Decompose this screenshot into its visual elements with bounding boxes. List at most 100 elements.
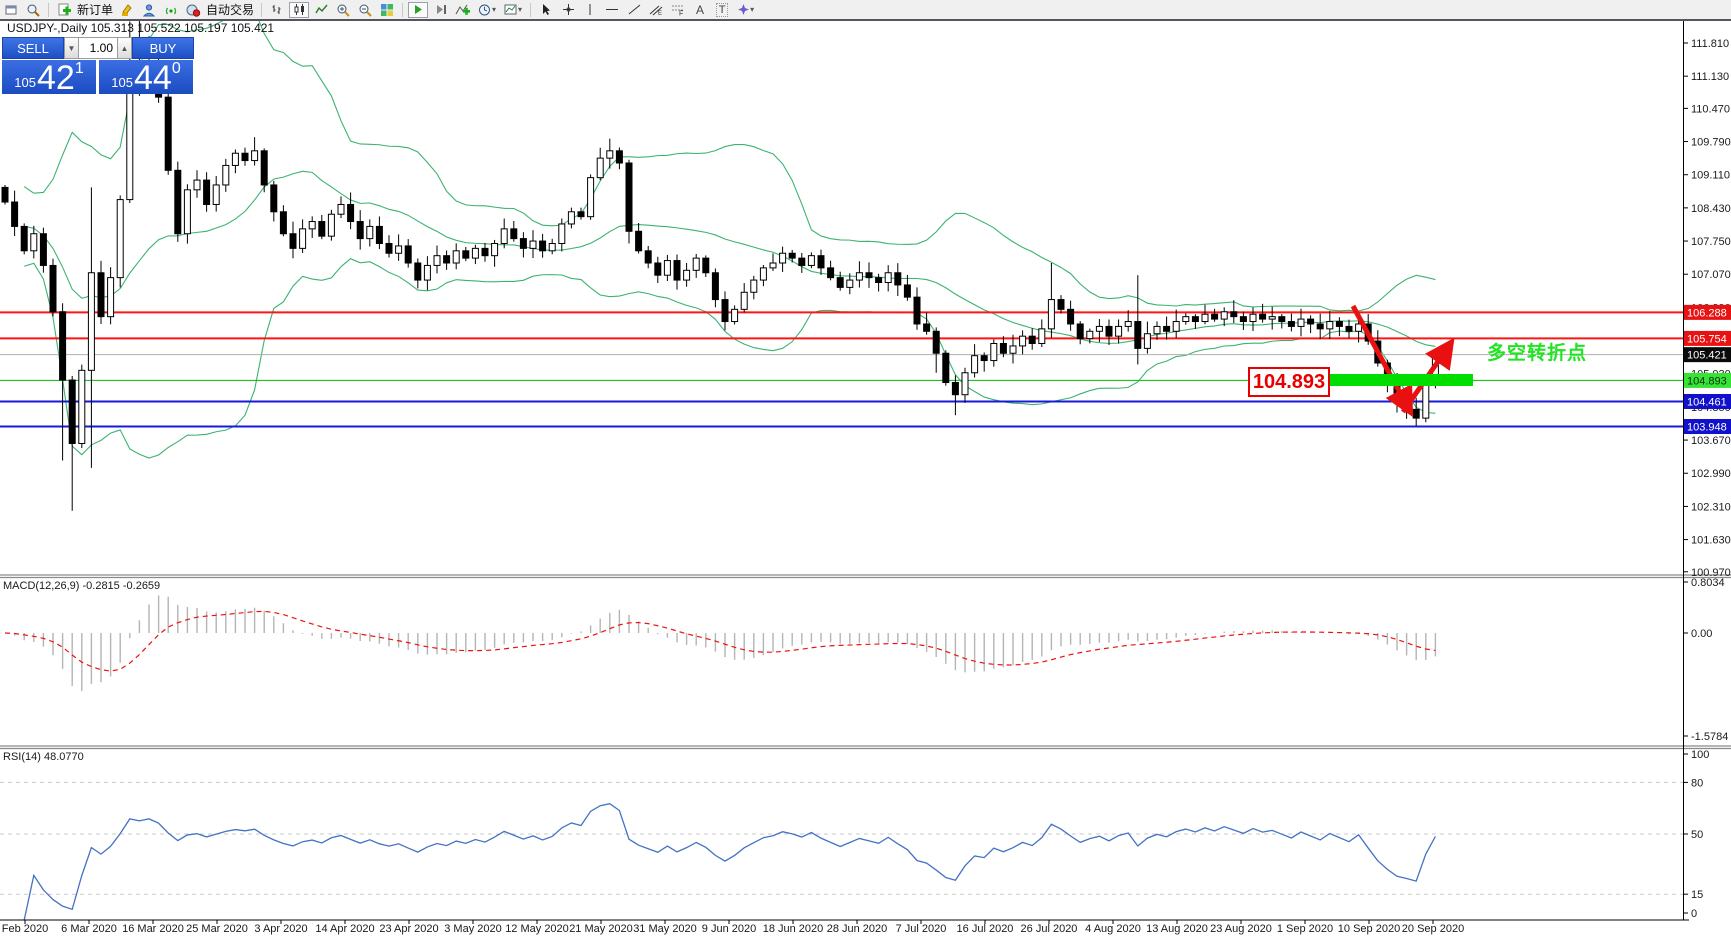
line-chart-mode-icon[interactable] <box>311 2 331 18</box>
price-level-callout[interactable]: 104.893 <box>1248 367 1330 397</box>
profiles-icon[interactable] <box>139 2 159 18</box>
svg-text:102.310: 102.310 <box>1691 501 1731 513</box>
svg-text:23 Aug 2020: 23 Aug 2020 <box>1210 923 1272 935</box>
trendline-icon[interactable] <box>624 2 644 18</box>
svg-text:103.948: 103.948 <box>1687 422 1727 434</box>
svg-text:E: E <box>658 11 662 16</box>
svg-text:18 Jun 2020: 18 Jun 2020 <box>763 923 824 935</box>
svg-text:105.754: 105.754 <box>1687 333 1727 345</box>
chart-shift-icon[interactable] <box>430 2 450 18</box>
price-tag-105.754: 105.754 <box>1684 330 1731 346</box>
volume-up-button[interactable]: ▲ <box>117 37 132 59</box>
mt4-window: 111.810 111.130 110.470 109.790 109.110 108.4… <box>0 0 1731 936</box>
svg-text:101.630: 101.630 <box>1691 535 1731 547</box>
zoom-out-icon[interactable] <box>355 2 375 18</box>
svg-text:F: F <box>679 11 683 17</box>
svg-text:10 Sep 2020: 10 Sep 2020 <box>1338 923 1400 935</box>
sell-button[interactable]: SELL <box>2 37 64 59</box>
svg-text:104.461: 104.461 <box>1687 396 1727 408</box>
toolbar: 新订单 自动交易 ▾ ▾ E F A T ▾ <box>0 0 1731 21</box>
svg-text:3 Apr 2020: 3 Apr 2020 <box>254 923 307 935</box>
chart-plot-area[interactable]: 111.810 111.130 110.470 109.790 109.110 108.4… <box>0 0 1731 936</box>
svg-text:107.750: 107.750 <box>1691 236 1731 248</box>
turning-point-label[interactable]: 多空转折点 <box>1487 338 1587 365</box>
svg-text:107.070: 107.070 <box>1691 269 1731 281</box>
svg-text:Feb 2020: Feb 2020 <box>2 923 48 935</box>
chart-title: USDJPY-,Daily 105.313 105.522 105.197 10… <box>7 21 275 35</box>
svg-text:0: 0 <box>1691 908 1697 920</box>
svg-text:21 May 2020: 21 May 2020 <box>569 923 633 935</box>
price-tag-106.288: 106.288 <box>1684 304 1731 320</box>
tile-windows-icon[interactable] <box>377 2 397 18</box>
macd-value-main: -0.2815 <box>82 580 120 592</box>
zoom-in-icon[interactable] <box>333 2 353 18</box>
text-icon[interactable]: A <box>690 2 710 18</box>
svg-text:3 May 2020: 3 May 2020 <box>444 923 501 935</box>
svg-text:109.110: 109.110 <box>1691 170 1730 182</box>
horizontal-line-icon[interactable] <box>602 2 622 18</box>
chart-background[interactable] <box>0 19 1731 936</box>
styler-icon[interactable] <box>117 2 137 18</box>
macd-label: MACD(12,26,9) -0.2815 -0.2659 <box>3 580 161 592</box>
bar-chart-mode-icon[interactable] <box>267 2 287 18</box>
svg-text:108.430: 108.430 <box>1691 203 1731 215</box>
svg-text:100: 100 <box>1691 749 1709 761</box>
volume-input[interactable]: 1.00 <box>79 37 117 59</box>
cursor-icon[interactable] <box>536 2 556 18</box>
text-label-icon[interactable]: T <box>712 2 732 18</box>
svg-text:12 May 2020: 12 May 2020 <box>505 923 569 935</box>
svg-text:14 Apr 2020: 14 Apr 2020 <box>315 923 374 935</box>
svg-text:0.00: 0.00 <box>1691 628 1712 640</box>
macd-value-signal: -0.2659 <box>122 580 161 592</box>
fibonacci-icon[interactable]: F <box>668 2 688 18</box>
arrows-tool-icon[interactable]: ▾ <box>734 2 757 18</box>
vertical-line-icon[interactable] <box>580 2 600 18</box>
price-tag-104.461: 104.461 <box>1684 393 1731 409</box>
svg-text:111.810: 111.810 <box>1691 38 1729 50</box>
buy-button[interactable]: BUY <box>132 37 194 59</box>
templates-icon[interactable]: ▾ <box>501 2 525 18</box>
svg-text:102.990: 102.990 <box>1691 468 1731 480</box>
svg-text:16 Mar 2020: 16 Mar 2020 <box>122 923 184 935</box>
svg-text:26 Jul 2020: 26 Jul 2020 <box>1021 923 1078 935</box>
svg-text:80: 80 <box>1691 777 1703 789</box>
svg-text:4 Aug 2020: 4 Aug 2020 <box>1085 923 1141 935</box>
auto-trade-label[interactable]: 自动交易 <box>206 1 254 18</box>
price-tag-103.948: 103.948 <box>1684 419 1731 435</box>
svg-text:6 Mar 2020: 6 Mar 2020 <box>61 923 117 935</box>
sell-quote[interactable]: 105 42 1 <box>2 59 96 97</box>
svg-text:13 Aug 2020: 13 Aug 2020 <box>1146 923 1208 935</box>
window-icon[interactable] <box>1 2 21 18</box>
rsi-label: RSI(14) 48.0770 <box>3 751 84 763</box>
buy-price-big: 44 <box>133 59 172 97</box>
svg-text:20 Sep 2020: 20 Sep 2020 <box>1402 923 1464 935</box>
sell-price-big: 42 <box>36 59 75 97</box>
svg-text:105.421: 105.421 <box>1687 350 1727 362</box>
sell-price-pip: 1 <box>74 60 84 77</box>
svg-text:28 Jun 2020: 28 Jun 2020 <box>827 923 888 935</box>
svg-text:23 Apr 2020: 23 Apr 2020 <box>379 923 438 935</box>
new-order-icon[interactable] <box>54 2 75 18</box>
candlestick-mode-icon[interactable] <box>289 1 310 18</box>
preview-icon[interactable] <box>23 2 43 18</box>
one-click-trading-panel: SELL ▼ 1.00 ▲ BUY 105 42 1 105 44 0 <box>2 37 194 97</box>
volume-down-button[interactable]: ▼ <box>64 37 79 59</box>
sell-price-prefix: 105 <box>14 75 36 90</box>
svg-text:111.130: 111.130 <box>1691 71 1729 83</box>
support-zone-bar[interactable] <box>1330 374 1473 386</box>
svg-text:50: 50 <box>1691 829 1703 841</box>
svg-text:1 Sep 2020: 1 Sep 2020 <box>1277 923 1333 935</box>
svg-text:103.670: 103.670 <box>1691 435 1731 447</box>
autotrade-icon[interactable] <box>183 2 204 18</box>
periods-icon[interactable]: ▾ <box>475 2 499 18</box>
new-order-label[interactable]: 新订单 <box>77 1 113 18</box>
crosshair-icon[interactable] <box>558 2 578 18</box>
channel-icon[interactable]: E <box>646 2 666 18</box>
buy-quote[interactable]: 105 44 0 <box>99 59 193 97</box>
svg-text:110.470: 110.470 <box>1691 103 1730 115</box>
indicators-icon[interactable] <box>452 2 473 18</box>
auto-scroll-icon[interactable] <box>408 1 429 18</box>
signal-icon[interactable] <box>161 2 181 18</box>
svg-text:109.790: 109.790 <box>1691 137 1731 149</box>
svg-text:7 Jul 2020: 7 Jul 2020 <box>896 923 947 935</box>
